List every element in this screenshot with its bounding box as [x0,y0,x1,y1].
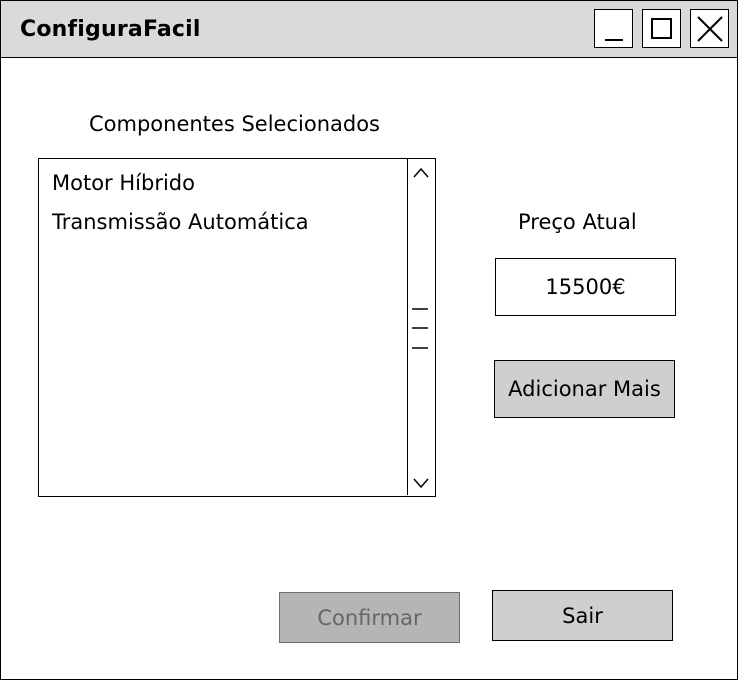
price-label: Preço Atual [518,210,637,234]
close-icon [697,16,723,42]
list-scrollbar[interactable] [407,159,435,495]
components-label: Componentes Selecionados [89,112,380,136]
window-title: ConfiguraFacil [20,17,201,42]
price-value-box: 15500€ [495,258,676,316]
add-more-button[interactable]: Adicionar Mais [494,360,675,418]
list-item[interactable]: Transmissão Automática [52,210,309,234]
scroll-up-arrow-icon [413,167,429,178]
exit-button[interactable]: Sair [492,590,673,641]
confirm-button[interactable]: Confirmar [279,592,460,643]
app-window: ConfiguraFacil Componentes Selecionados … [0,0,738,680]
scroll-down-arrow-icon [413,478,429,489]
list-item[interactable]: Motor Híbrido [52,171,195,195]
components-list[interactable]: Motor Híbrido Transmissão Automática [38,158,436,497]
scrollbar-graphic [412,167,429,489]
title-bar[interactable]: ConfiguraFacil [1,1,737,58]
minimize-button[interactable] [594,9,633,48]
maximize-button[interactable] [642,9,681,48]
close-button[interactable] [690,9,729,48]
price-value: 15500€ [545,275,626,299]
maximize-icon [651,18,672,39]
minimize-icon [605,39,623,41]
